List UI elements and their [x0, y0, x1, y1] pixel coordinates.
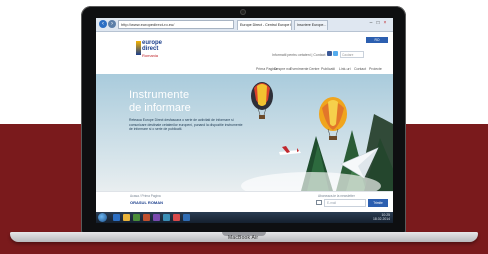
airplane-icon: [279, 146, 301, 155]
search-input[interactable]: Cautare: [340, 51, 364, 58]
menu-item[interactable]: Contact: [354, 67, 366, 71]
breadcrumb[interactable]: Acasa / Prima Pagina: [130, 194, 161, 198]
menu-item[interactable]: Proiecte: [369, 67, 382, 71]
top-links[interactable]: Informatii pentru cetateni | Contact: [272, 53, 325, 57]
app-icon[interactable]: [163, 214, 170, 221]
menu-item[interactable]: Evenimente: [290, 67, 308, 71]
address-bar[interactable]: http://www.europedirect-ro.eu/: [118, 20, 234, 29]
clock-date: 18.02.2014: [373, 217, 390, 221]
hero-title-line2: de informare: [129, 102, 191, 114]
laptop-brand-label: MacBook Air: [228, 235, 259, 241]
browser-tab[interactable]: Inscriere Europe...: [294, 20, 328, 30]
laptop-screen: ‹ › http://www.europedirect-ro.eu/ Europ…: [96, 18, 393, 223]
minimize-icon[interactable]: –: [368, 20, 374, 26]
word-icon[interactable]: [183, 214, 190, 221]
hot-air-balloon-icon: [319, 97, 347, 140]
facebook-icon[interactable]: [327, 51, 332, 56]
webcam-icon: [241, 10, 245, 14]
logo-line2: direct: [142, 46, 159, 52]
hero-text: Reteaua Europe Direct desfasoara o serie…: [129, 118, 243, 132]
app-icon[interactable]: [173, 214, 180, 221]
site-header: europe direct Romania RO Informatii pent…: [96, 32, 393, 74]
start-button-icon[interactable]: [98, 213, 107, 222]
system-clock[interactable]: 10:25 18.02.2014: [373, 213, 390, 221]
windows-taskbar: 10:25 18.02.2014: [96, 212, 393, 223]
folder-icon[interactable]: [123, 214, 130, 221]
app-icon[interactable]: [153, 214, 160, 221]
arrow-left-icon[interactable]: ‹: [99, 20, 107, 28]
content-strip: Acasa / Prima Pagina ORASUL ROMAN Abonea…: [96, 191, 393, 212]
newsletter-label: Aboneaza-te la newsletter: [318, 194, 355, 198]
twitter-icon[interactable]: [333, 51, 338, 56]
menu-item[interactable]: Link-uri: [339, 67, 350, 71]
email-field[interactable]: E-mail: [324, 199, 366, 207]
hero-title: Instrumente: [129, 89, 190, 101]
browser-tab-active[interactable]: Europe Direct - Centrul Europe D...: [237, 20, 292, 30]
menu-item[interactable]: Centre: [309, 67, 320, 71]
hero-banner: Instrumente de informare Reteaua Europe …: [96, 74, 393, 191]
section-title: ORASUL ROMAN: [130, 200, 164, 205]
subscribe-button[interactable]: Trimite: [368, 199, 388, 207]
logo-line3: Romania: [142, 53, 159, 58]
main-menu: Prima Pagina Despre noi Evenimente Centr…: [96, 66, 393, 74]
maximize-icon[interactable]: □: [375, 20, 381, 26]
close-icon[interactable]: ×: [382, 20, 388, 26]
hot-air-balloon-icon: [251, 82, 273, 119]
menu-item[interactable]: Despre noi: [274, 67, 291, 71]
media-player-icon[interactable]: [133, 214, 140, 221]
language-selector[interactable]: RO: [366, 37, 388, 43]
browser-toolbar: ‹ › http://www.europedirect-ro.eu/ Europ…: [96, 18, 393, 32]
menu-item[interactable]: Publicatii: [321, 67, 335, 71]
arrow-right-icon[interactable]: ›: [108, 20, 116, 28]
envelope-icon: [316, 200, 322, 205]
product-photo: ‹ › http://www.europedirect-ro.eu/ Europ…: [0, 0, 488, 254]
app-icon[interactable]: [143, 214, 150, 221]
internet-explorer-icon[interactable]: [113, 214, 120, 221]
logo-mark-icon: [136, 41, 141, 55]
site-logo[interactable]: europe direct Romania: [136, 40, 174, 66]
